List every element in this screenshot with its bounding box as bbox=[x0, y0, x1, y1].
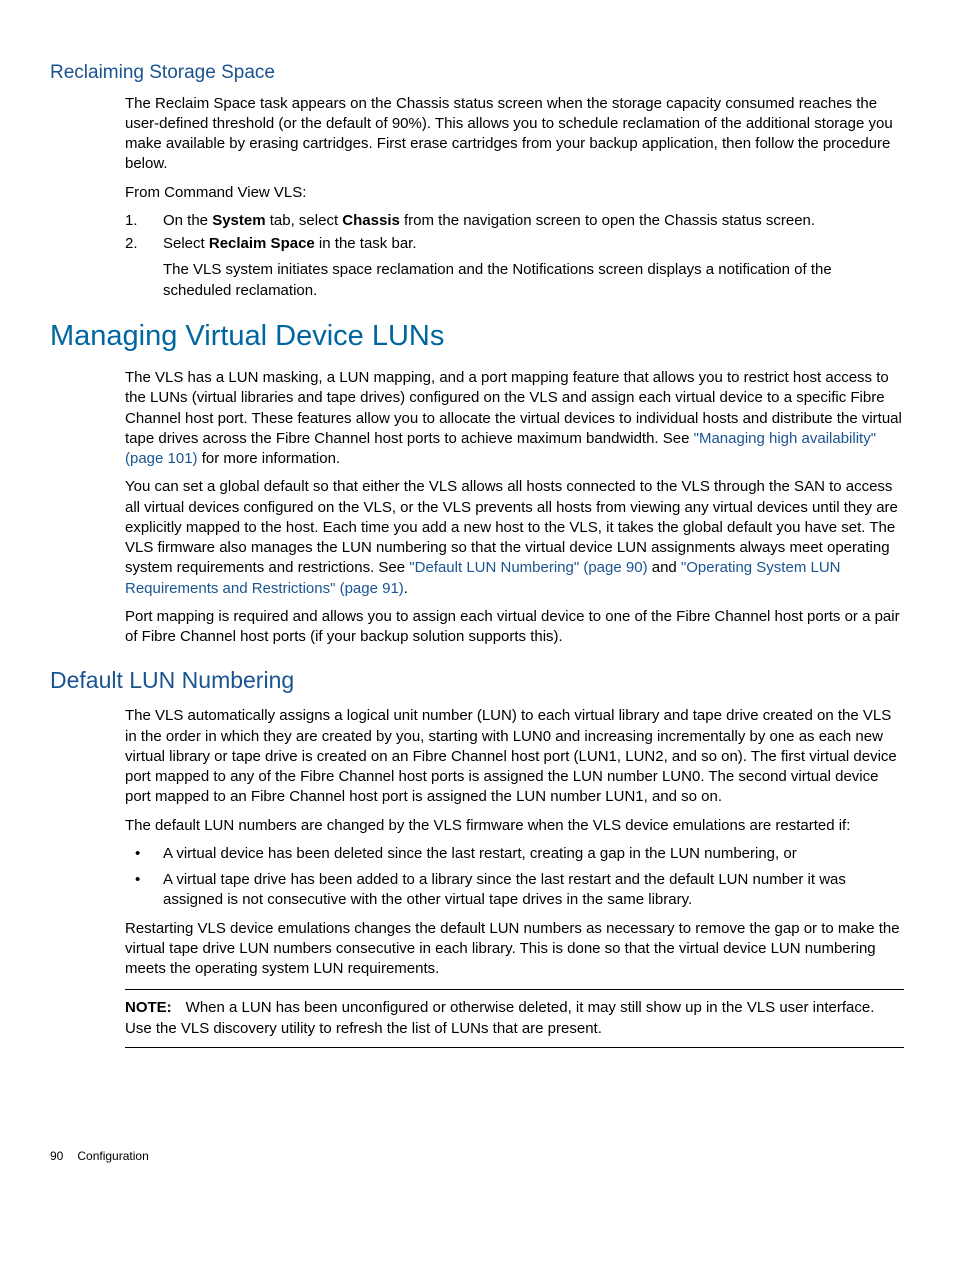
text: . bbox=[404, 580, 408, 597]
para: You can set a global default so that eit… bbox=[125, 477, 904, 599]
note-box: NOTE:When a LUN has been unconfigured or… bbox=[125, 989, 904, 1048]
text: and bbox=[648, 559, 681, 576]
link-default-lun-numbering[interactable]: "Default LUN Numbering" (page 90) bbox=[409, 559, 647, 576]
text: tab, select bbox=[266, 212, 343, 229]
heading-reclaiming: Reclaiming Storage Space bbox=[50, 60, 904, 86]
bold-text: Chassis bbox=[342, 212, 400, 229]
para: The Reclaim Space task appears on the Ch… bbox=[125, 94, 904, 175]
list-number: 2. bbox=[125, 234, 163, 301]
heading-default-lun: Default LUN Numbering bbox=[50, 665, 904, 696]
para: The default LUN numbers are changed by t… bbox=[125, 816, 904, 836]
para: Port mapping is required and allows you … bbox=[125, 607, 904, 648]
text: for more information. bbox=[198, 450, 341, 467]
text: in the task bar. bbox=[315, 235, 417, 252]
page-number: 90 bbox=[50, 1149, 63, 1163]
text: Select bbox=[163, 235, 209, 252]
list-item: • A virtual tape drive has been added to… bbox=[125, 870, 904, 911]
list-item: 1. On the System tab, select Chassis fro… bbox=[125, 211, 904, 231]
list-body: Select Reclaim Space in the task bar. Th… bbox=[163, 234, 904, 301]
list-item: 2. Select Reclaim Space in the task bar.… bbox=[125, 234, 904, 301]
para: The VLS automatically assigns a logical … bbox=[125, 706, 904, 807]
bold-text: Reclaim Space bbox=[209, 235, 315, 252]
list-number: 1. bbox=[125, 211, 163, 231]
para: From Command View VLS: bbox=[125, 183, 904, 203]
list-item: • A virtual device has been deleted sinc… bbox=[125, 844, 904, 864]
text: from the navigation screen to open the C… bbox=[400, 212, 815, 229]
text: On the bbox=[163, 212, 212, 229]
footer-section: Configuration bbox=[77, 1149, 148, 1163]
bullet-icon: • bbox=[125, 844, 163, 864]
list-body: A virtual tape drive has been added to a… bbox=[163, 870, 904, 911]
bullet-icon: • bbox=[125, 870, 163, 911]
ordered-list: 1. On the System tab, select Chassis fro… bbox=[125, 211, 904, 301]
page-footer: 90 Configuration bbox=[50, 1148, 904, 1164]
para: Restarting VLS device emulations changes… bbox=[125, 919, 904, 980]
note-text: When a LUN has been unconfigured or othe… bbox=[125, 999, 874, 1036]
list-body: On the System tab, select Chassis from t… bbox=[163, 211, 904, 231]
note-label: NOTE: bbox=[125, 999, 172, 1016]
list-body: A virtual device has been deleted since … bbox=[163, 844, 904, 864]
heading-managing: Managing Virtual Device LUNs bbox=[50, 317, 904, 356]
sub-para: The VLS system initiates space reclamati… bbox=[163, 260, 904, 301]
para: The VLS has a LUN masking, a LUN mapping… bbox=[125, 368, 904, 469]
bullet-list: • A virtual device has been deleted sinc… bbox=[125, 844, 904, 911]
bold-text: System bbox=[212, 212, 265, 229]
